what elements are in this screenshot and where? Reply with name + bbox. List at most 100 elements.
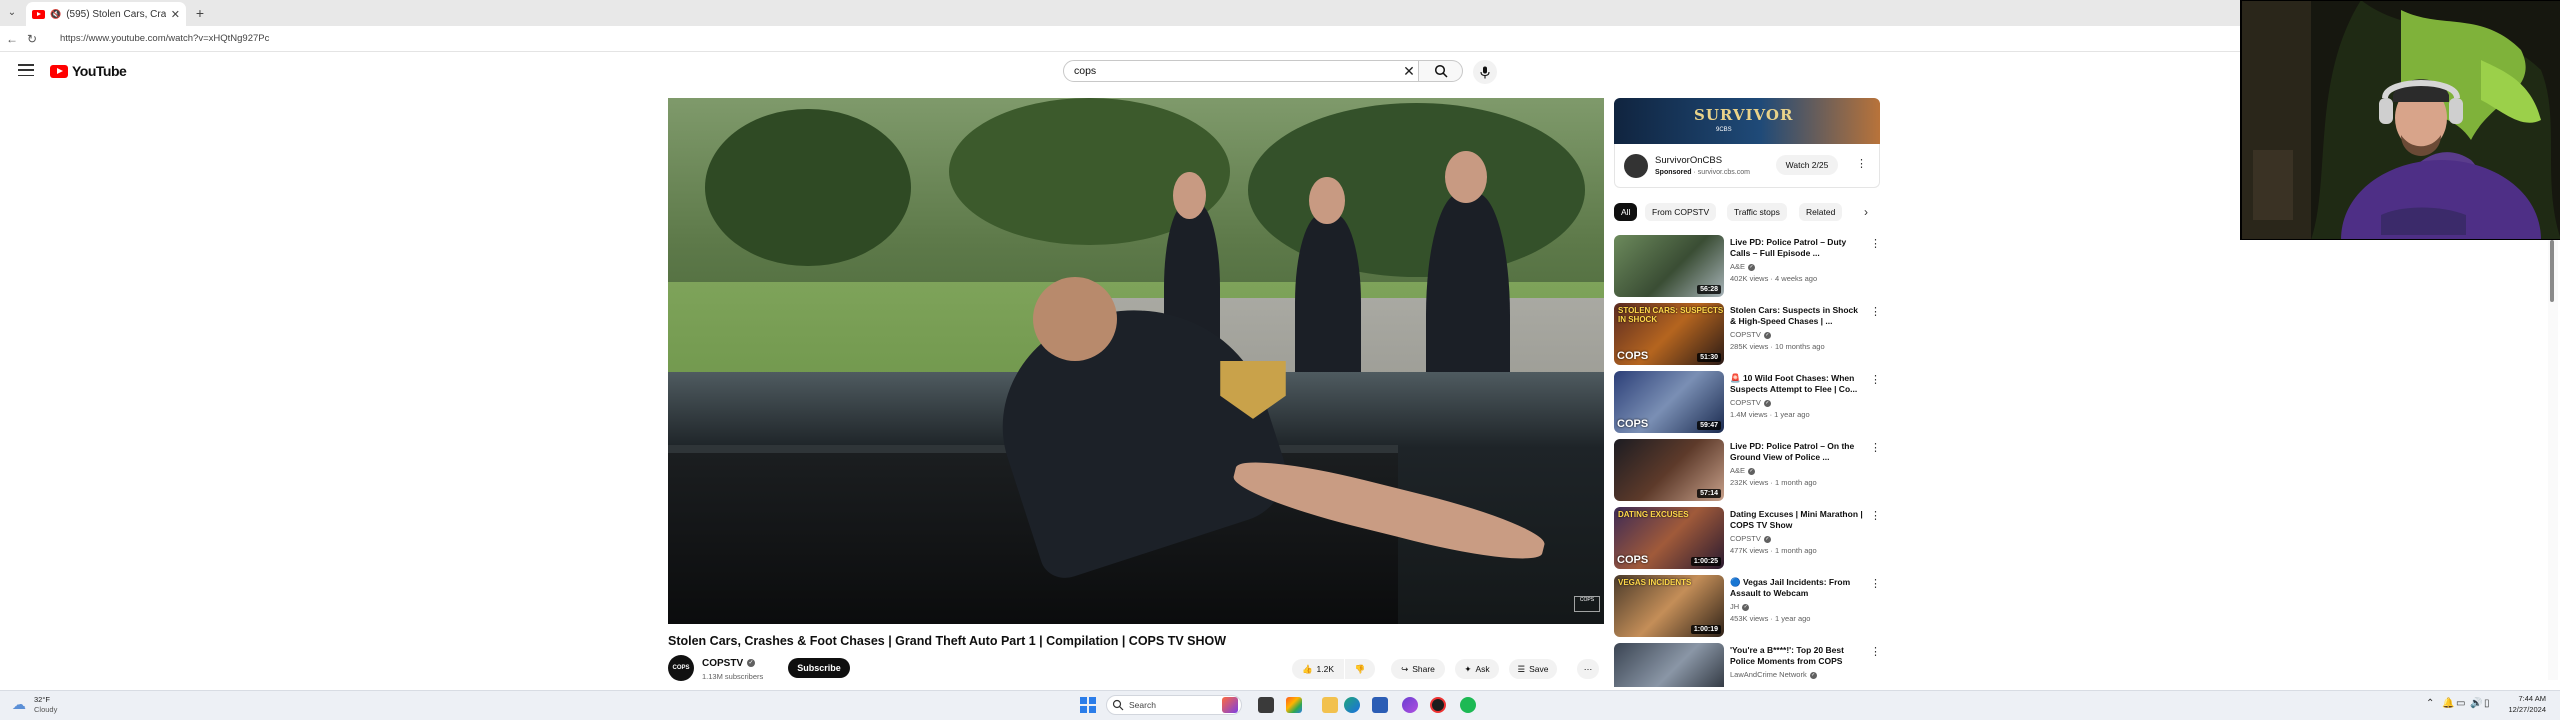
- video-duration: 1:00:19: [1690, 625, 1721, 634]
- recommendation-title[interactable]: 'You're a B****!': Top 20 Best Police Mo…: [1730, 645, 1864, 667]
- recommendation-channel: LawAndCrime Network ✓: [1730, 670, 1817, 679]
- recommendation-more-icon[interactable]: ⋮: [1870, 509, 1881, 522]
- recommendation-thumbnail[interactable]: STOLEN CARS: SUSPECTS IN SHOCK COPS 51:3…: [1614, 303, 1724, 365]
- recommendation-meta: 453K views · 1 year ago: [1730, 614, 1811, 623]
- browser-tab-active[interactable]: 🔇 (595) Stolen Cars, Crashes & Foot Chas…: [26, 2, 186, 26]
- ask-label: Ask: [1475, 664, 1490, 674]
- recommendation-item[interactable]: DATING EXCUSES COPS 1:00:25 Dating Excus…: [1614, 507, 1884, 571]
- url-field[interactable]: https://www.youtube.com/watch?v=xHQtNg92…: [60, 30, 1560, 48]
- voice-search-button[interactable]: [1473, 60, 1497, 84]
- youtube-logo[interactable]: YouTube: [50, 63, 127, 79]
- dislike-button[interactable]: 👎: [1345, 659, 1375, 679]
- recommendation-item[interactable]: 57:14 Live PD: Police Patrol – On the Gr…: [1614, 439, 1884, 503]
- search-icon: [1434, 64, 1448, 78]
- recommendation-more-icon[interactable]: ⋮: [1870, 305, 1881, 318]
- chip-related[interactable]: Related: [1799, 203, 1843, 221]
- windows-taskbar: [0, 690, 2560, 720]
- tab-close-icon[interactable]: ✕: [171, 8, 180, 21]
- share-button[interactable]: ↪ Share: [1391, 659, 1445, 679]
- recommendation-item[interactable]: 'You're a B****!': Top 20 Best Police Mo…: [1614, 643, 1884, 687]
- chip-traffic-stops[interactable]: Traffic stops: [1727, 203, 1787, 221]
- recommendation-thumbnail[interactable]: COPS 59:47: [1614, 371, 1724, 433]
- save-button[interactable]: ☰ Save: [1509, 659, 1557, 679]
- verified-check-icon: ✓: [1763, 331, 1771, 339]
- recommendation-more-icon[interactable]: ⋮: [1870, 645, 1881, 658]
- page-scrollbar-thumb[interactable]: [2550, 240, 2554, 302]
- recommendation-title[interactable]: Live PD: Police Patrol – On the Ground V…: [1730, 441, 1864, 463]
- reload-icon[interactable]: ↻: [24, 31, 40, 47]
- task-view-icon[interactable]: [1258, 697, 1274, 713]
- video-title: Stolen Cars, Crashes & Foot Chases | Gra…: [668, 634, 1227, 648]
- weather-description[interactable]: Cloudy: [34, 705, 57, 714]
- recommendation-title[interactable]: 🔵 Vegas Jail Incidents: From Assault to …: [1730, 577, 1864, 599]
- thumbs-down-icon: 👎: [1354, 663, 1366, 674]
- weather-temperature[interactable]: 32°F: [34, 695, 50, 704]
- chip-all[interactable]: All: [1614, 203, 1638, 221]
- windows-start-icon[interactable]: [1080, 697, 1096, 713]
- ad-more-icon[interactable]: ⋮: [1856, 157, 1867, 173]
- network-icon[interactable]: ▭: [2456, 698, 2465, 709]
- recommendation-more-icon[interactable]: ⋮: [1870, 237, 1881, 250]
- edge-browser-icon[interactable]: [1344, 697, 1360, 713]
- store-app-icon[interactable]: [1372, 697, 1388, 713]
- recommendation-item[interactable]: COPS 59:47 🚨 10 Wild Foot Chases: When S…: [1614, 371, 1884, 435]
- weather-cloud-icon[interactable]: ☁: [12, 696, 28, 712]
- video-duration: 59:47: [1697, 421, 1721, 430]
- recommendation-thumbnail[interactable]: VEGAS INCIDENTS 1:00:19: [1614, 575, 1724, 637]
- ad-avatar[interactable]: [1624, 154, 1648, 178]
- taskbar-clock-time[interactable]: 7:44 AM: [2496, 694, 2546, 703]
- ad-banner[interactable]: SURVIVOR 9CBS: [1614, 98, 1880, 144]
- more-actions-icon[interactable]: ⋯: [1577, 659, 1599, 679]
- channel-name[interactable]: COPSTV: [702, 658, 743, 669]
- recommendation-title[interactable]: Stolen Cars: Suspects in Shock & High-Sp…: [1730, 305, 1864, 327]
- recommendation-more-icon[interactable]: ⋮: [1870, 577, 1881, 590]
- recommendation-thumbnail[interactable]: [1614, 643, 1724, 687]
- discord-app-icon[interactable]: [1402, 697, 1418, 713]
- chevron-right-icon[interactable]: ›: [1857, 203, 1875, 221]
- back-arrow-icon[interactable]: ←: [4, 31, 20, 47]
- search-clear-icon[interactable]: ✕: [1400, 61, 1418, 81]
- recommendation-more-icon[interactable]: ⋮: [1870, 373, 1881, 386]
- recommendation-title[interactable]: Live PD: Police Patrol – Duty Calls – Fu…: [1730, 237, 1864, 259]
- taskbar-clock-date[interactable]: 12/27/2024: [2496, 705, 2546, 714]
- new-tab-button[interactable]: +: [192, 5, 208, 21]
- tray-overflow-chevron-icon[interactable]: ⌃: [2426, 698, 2434, 709]
- search-button[interactable]: [1419, 60, 1463, 82]
- recommendation-item[interactable]: VEGAS INCIDENTS 1:00:19 🔵 Vegas Jail Inc…: [1614, 575, 1884, 639]
- recommendation-thumbnail[interactable]: 56:28: [1614, 235, 1724, 297]
- chip-from-copstv[interactable]: From COPSTV: [1645, 203, 1717, 221]
- ad-watch-button[interactable]: Watch 2/25: [1776, 155, 1838, 175]
- ad-advertiser-name[interactable]: SurvivorOnCBS: [1655, 155, 1722, 166]
- file-explorer-icon[interactable]: [1322, 697, 1338, 713]
- recommendation-thumbnail[interactable]: 57:14: [1614, 439, 1724, 501]
- ad-domain: survivor.cbs.com: [1697, 169, 1750, 176]
- tab-muted-speaker-icon[interactable]: 🔇: [50, 9, 61, 20]
- verified-check-icon: ✓: [1763, 399, 1771, 407]
- recommendation-item[interactable]: STOLEN CARS: SUSPECTS IN SHOCK COPS 51:3…: [1614, 303, 1884, 367]
- like-button[interactable]: 👍 1.2K: [1292, 659, 1344, 679]
- menu-hamburger-icon[interactable]: [18, 64, 34, 76]
- tab-search-dropdown-icon[interactable]: ⌄: [4, 5, 20, 21]
- search-highlight-icon[interactable]: [1222, 697, 1238, 713]
- search-input[interactable]: cops: [1063, 60, 1419, 82]
- ask-button[interactable]: ✦ Ask: [1455, 659, 1499, 679]
- volume-icon[interactable]: 🔊: [2470, 698, 2482, 709]
- copilot-icon[interactable]: [1286, 697, 1302, 713]
- recommendation-title[interactable]: Dating Excuses | Mini Marathon | COPS TV…: [1730, 509, 1864, 531]
- recommendation-thumbnail[interactable]: DATING EXCUSES COPS 1:00:25: [1614, 507, 1724, 569]
- page-scrollbar-track[interactable]: [2548, 240, 2558, 680]
- recommendation-title[interactable]: 🚨 10 Wild Foot Chases: When Suspects Att…: [1730, 373, 1864, 395]
- microphone-icon: [1480, 66, 1490, 78]
- video-player[interactable]: COPS: [668, 98, 1604, 624]
- subscribe-button[interactable]: Subscribe: [788, 658, 850, 678]
- recommendation-channel: A&E ✓: [1730, 466, 1756, 475]
- recommendation-more-icon[interactable]: ⋮: [1870, 441, 1881, 454]
- recommendation-item[interactable]: 56:28 Live PD: Police Patrol – Duty Call…: [1614, 235, 1884, 299]
- browser-tab-strip: [0, 0, 2560, 26]
- channel-avatar[interactable]: COPS: [668, 655, 694, 681]
- obs-recording-icon[interactable]: [1430, 697, 1446, 713]
- thumbs-up-icon: 👍: [1301, 663, 1313, 674]
- battery-icon[interactable]: ▯: [2484, 698, 2490, 709]
- spotify-icon[interactable]: [1460, 697, 1476, 713]
- bell-notification-icon[interactable]: 🔔: [2442, 698, 2454, 709]
